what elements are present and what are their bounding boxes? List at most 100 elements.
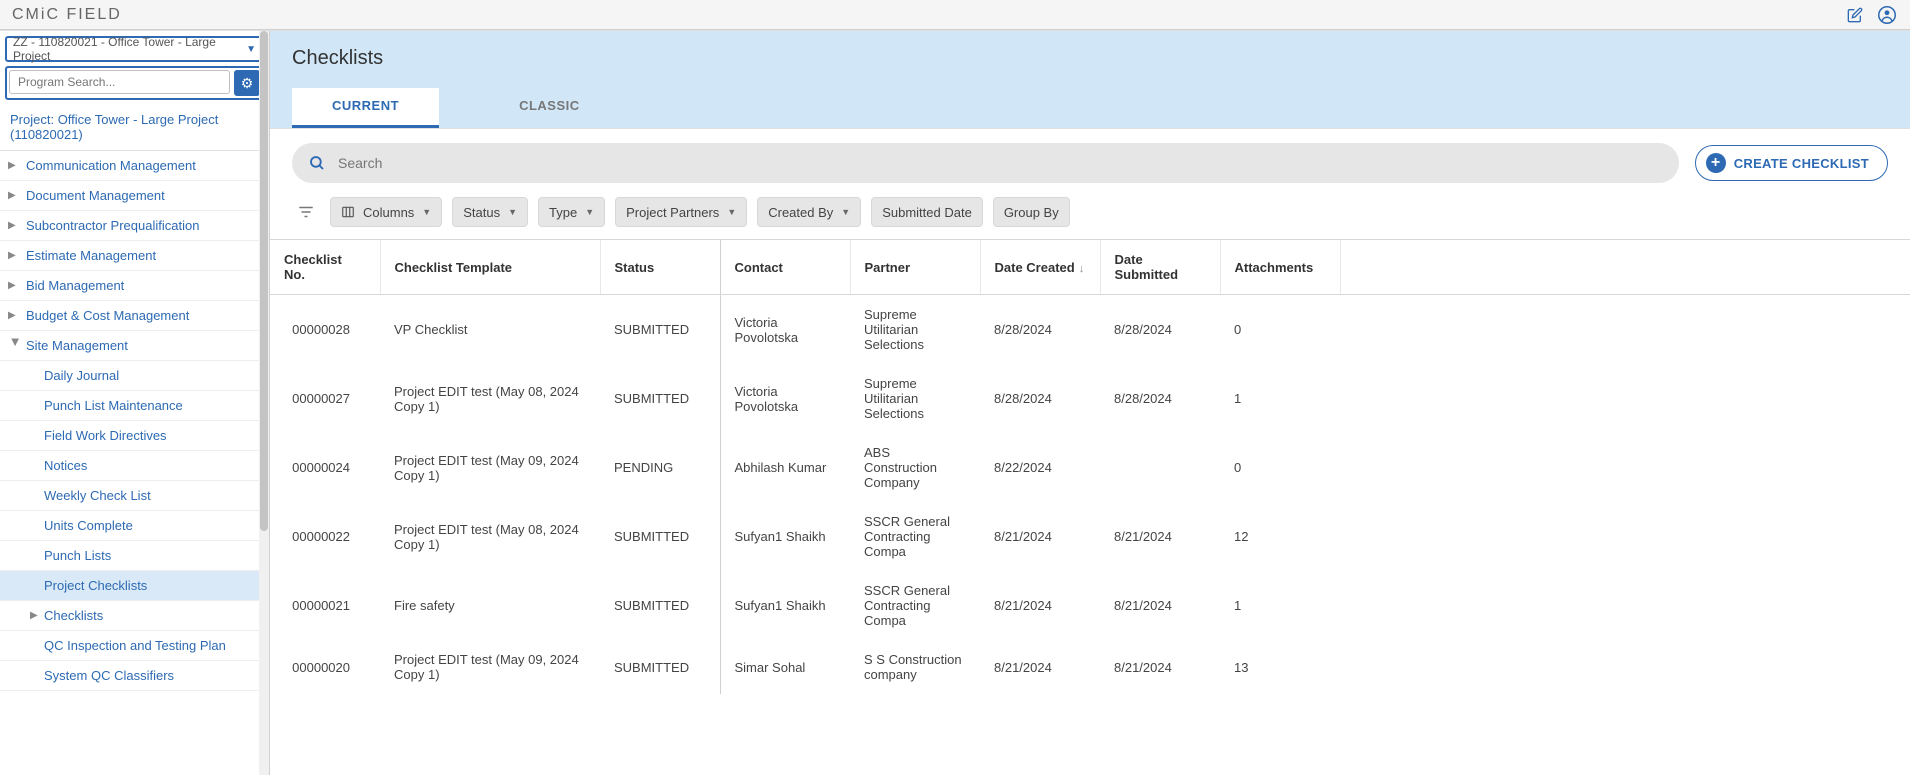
gear-button[interactable]: ⚙ xyxy=(234,70,260,96)
th-spacer xyxy=(1340,240,1910,295)
nav-label: Budget & Cost Management xyxy=(26,308,189,323)
cell-template: Project EDIT test (May 08, 2024 Copy 1) xyxy=(380,364,600,433)
content: Checklists CURRENT CLASSIC + CREATE CHEC… xyxy=(270,31,1910,775)
nav-document-management[interactable]: ▶Document Management xyxy=(0,181,269,211)
tab-classic[interactable]: CLASSIC xyxy=(479,88,620,128)
th-checklist-no[interactable]: Checklist No. xyxy=(270,240,380,295)
chip-label: Columns xyxy=(363,205,414,220)
th-label: Date Submitted xyxy=(1115,252,1179,282)
cell-checklist-no: 00000021 xyxy=(270,571,380,640)
plus-circle-icon: + xyxy=(1706,153,1726,173)
th-contact[interactable]: Contact xyxy=(720,240,850,295)
caret-right-icon: ▶ xyxy=(8,190,22,201)
cell-partner: S S Construction company xyxy=(850,640,980,694)
chip-columns[interactable]: Columns ▼ xyxy=(330,197,442,227)
chip-group-by[interactable]: Group By xyxy=(993,197,1070,227)
nav-punch-lists[interactable]: Punch Lists xyxy=(0,541,269,571)
nav-communication-management[interactable]: ▶Communication Management xyxy=(0,151,269,181)
project-select-value: ZZ - 110820021 - Office Tower - Large Pr… xyxy=(13,35,256,63)
chip-label: Type xyxy=(549,205,577,220)
table-header-row: Checklist No. Checklist Template Status … xyxy=(270,240,1910,295)
cell-template: Project EDIT test (May 08, 2024 Copy 1) xyxy=(380,502,600,571)
nav-weekly-check-list[interactable]: Weekly Check List xyxy=(0,481,269,511)
project-select[interactable]: ZZ - 110820021 - Office Tower - Large Pr… xyxy=(5,36,264,62)
nav-checklists[interactable]: ▶Checklists xyxy=(0,601,269,631)
cell-template: VP Checklist xyxy=(380,295,600,365)
th-partner[interactable]: Partner xyxy=(850,240,980,295)
nav-notices[interactable]: Notices xyxy=(0,451,269,481)
chevron-down-icon: ▼ xyxy=(422,207,431,217)
brand-logo: CMiC FIELD xyxy=(12,6,122,24)
toolbar-row: + CREATE CHECKLIST xyxy=(270,129,1910,197)
cell-checklist-no: 00000020 xyxy=(270,640,380,694)
cell-date-submitted: 8/21/2024 xyxy=(1100,502,1220,571)
cell-attachments: 0 xyxy=(1220,295,1340,365)
search-pill[interactable] xyxy=(292,143,1679,183)
nav-estimate-management[interactable]: ▶Estimate Management xyxy=(0,241,269,271)
user-icon[interactable] xyxy=(1876,4,1898,26)
cell-partner: Supreme Utilitarian Selections xyxy=(850,364,980,433)
nav-bid-management[interactable]: ▶Bid Management xyxy=(0,271,269,301)
th-date-submitted[interactable]: Date Submitted xyxy=(1100,240,1220,295)
nav-subcontractor-prequalification[interactable]: ▶Subcontractor Prequalification xyxy=(0,211,269,241)
chip-label: Created By xyxy=(768,205,833,220)
chevron-down-icon: ▼ xyxy=(727,207,736,217)
th-label: Checklist Template xyxy=(395,260,513,275)
chip-project-partners[interactable]: Project Partners ▼ xyxy=(615,197,747,227)
cell-template: Project EDIT test (May 09, 2024 Copy 1) xyxy=(380,433,600,502)
chip-created-by[interactable]: Created By ▼ xyxy=(757,197,861,227)
cell-status: SUBMITTED xyxy=(600,502,720,571)
checklists-table: Checklist No. Checklist Template Status … xyxy=(270,240,1910,694)
nav-sub-label: Field Work Directives xyxy=(44,428,167,443)
table-row[interactable]: 00000027Project EDIT test (May 08, 2024 … xyxy=(270,364,1910,433)
nav-punch-list-maintenance[interactable]: Punch List Maintenance xyxy=(0,391,269,421)
chip-status[interactable]: Status ▼ xyxy=(452,197,528,227)
th-checklist-template[interactable]: Checklist Template xyxy=(380,240,600,295)
nav-field-work-directives[interactable]: Field Work Directives xyxy=(0,421,269,451)
create-checklist-button[interactable]: + CREATE CHECKLIST xyxy=(1695,145,1888,181)
search-input[interactable] xyxy=(338,155,1663,171)
cell-contact: Victoria Povolotska xyxy=(720,364,850,433)
caret-right-icon: ▶ xyxy=(8,250,22,261)
edit-icon[interactable] xyxy=(1844,4,1866,26)
program-search-input[interactable] xyxy=(9,70,230,94)
caret-right-icon: ▶ xyxy=(8,310,22,321)
cell-date-created: 8/21/2024 xyxy=(980,502,1100,571)
cell-contact: Simar Sohal xyxy=(720,640,850,694)
table-row[interactable]: 00000020Project EDIT test (May 09, 2024 … xyxy=(270,640,1910,694)
nav-units-complete[interactable]: Units Complete xyxy=(0,511,269,541)
scrollbar-thumb[interactable] xyxy=(260,31,268,531)
table-row[interactable]: 00000024Project EDIT test (May 09, 2024 … xyxy=(270,433,1910,502)
th-date-created[interactable]: Date Created↓ xyxy=(980,240,1100,295)
table-row[interactable]: 00000028VP ChecklistSUBMITTEDVictoria Po… xyxy=(270,295,1910,365)
nav-project-checklists[interactable]: Project Checklists xyxy=(0,571,269,601)
chevron-down-icon: ▼ xyxy=(246,44,256,55)
cell-partner: ABS Construction Company xyxy=(850,433,980,502)
table-wrap[interactable]: Checklist No. Checklist Template Status … xyxy=(270,239,1910,775)
nav-sub-label: Punch Lists xyxy=(44,548,111,563)
th-status[interactable]: Status xyxy=(600,240,720,295)
cell-date-submitted: 8/21/2024 xyxy=(1100,640,1220,694)
sidebar-scrollbar[interactable] xyxy=(259,31,269,775)
cell-date-submitted xyxy=(1100,433,1220,502)
tab-current[interactable]: CURRENT xyxy=(292,88,439,128)
nav-sub-label: Project Checklists xyxy=(44,578,147,593)
project-label[interactable]: Project: Office Tower - Large Project (1… xyxy=(0,104,269,151)
filter-icon[interactable] xyxy=(292,198,320,226)
cell-checklist-no: 00000022 xyxy=(270,502,380,571)
chip-submitted-date[interactable]: Submitted Date xyxy=(871,197,983,227)
table-row[interactable]: 00000021Fire safetySUBMITTEDSufyan1 Shai… xyxy=(270,571,1910,640)
cell-date-created: 8/28/2024 xyxy=(980,295,1100,365)
nav-budget-cost-management[interactable]: ▶ Budget & Cost Management xyxy=(0,301,269,331)
main-area: ZZ - 110820021 - Office Tower - Large Pr… xyxy=(0,30,1910,775)
nav-daily-journal[interactable]: Daily Journal xyxy=(0,361,269,391)
nav-qc-inspection-testing-plan[interactable]: QC Inspection and Testing Plan xyxy=(0,631,269,661)
table-row[interactable]: 00000022Project EDIT test (May 08, 2024 … xyxy=(270,502,1910,571)
nav-site-management[interactable]: ▶Site Management xyxy=(0,331,269,361)
cell-status: PENDING xyxy=(600,433,720,502)
chip-type[interactable]: Type ▼ xyxy=(538,197,605,227)
nav-system-qc-classifiers[interactable]: System QC Classifiers xyxy=(0,661,269,691)
th-attachments[interactable]: Attachments xyxy=(1220,240,1340,295)
brand-part2: FIELD xyxy=(66,6,121,23)
cell-date-created: 8/22/2024 xyxy=(980,433,1100,502)
